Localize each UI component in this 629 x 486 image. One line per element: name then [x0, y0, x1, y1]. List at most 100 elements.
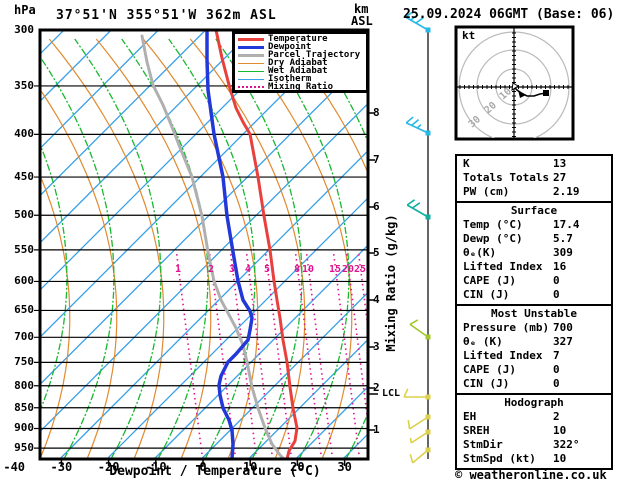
index-value: 327: [553, 335, 573, 348]
pressure-tick-label: 500: [14, 208, 34, 222]
index-value: 322°: [553, 438, 580, 451]
index-label: θₑ (K): [463, 335, 503, 348]
km-tick-label: 1: [373, 423, 380, 436]
index-label: CAPE (J): [463, 363, 516, 376]
index-value: 309: [553, 246, 573, 259]
index-label: SREH: [463, 424, 490, 437]
pressure-tick-label: 400: [14, 127, 34, 141]
pressure-tick-label: 900: [14, 421, 34, 435]
temp-tick-label: -40: [3, 460, 26, 474]
pressure-tick-label: 950: [14, 441, 34, 455]
indices-section: Hodograph EH 2 SREH 10 StmDir 322° StmSpd (kt) 1…: [455, 393, 613, 470]
indices-section: K 13 Totals Totals 27 PW (cm) 2.19: [455, 154, 613, 203]
index-value: 10: [553, 424, 567, 437]
index-row: Dewp (°C) 5.7: [457, 232, 611, 246]
pressure-tick-label: 550: [14, 242, 34, 256]
wind-barb: [406, 199, 431, 220]
mixing-ratio-label: 5: [263, 264, 271, 275]
pressure-tick-label: 800: [14, 378, 34, 392]
km-tick-label: 2: [373, 381, 380, 394]
asl-axis-unit: ASL: [351, 14, 373, 28]
index-row: SREH 10: [457, 424, 611, 438]
index-value: 700: [553, 321, 573, 334]
index-row: Totals Totals 27: [457, 171, 611, 185]
pressure-tick-label: 750: [14, 355, 34, 369]
pressure-axis-unit: hPa: [14, 3, 36, 17]
index-value: 17.4: [553, 218, 580, 231]
pressure-tick-label: 850: [14, 400, 34, 414]
index-label: StmDir: [463, 438, 503, 451]
pressure-tick-label: 300: [14, 23, 34, 36]
wet-adiabat-line: [74, 38, 162, 459]
index-value: 5.7: [553, 232, 573, 245]
parcel-trajectory-curve: [140, 34, 286, 459]
index-label: Dewp (°C): [463, 232, 523, 245]
skewt-sounding-app: 10 20 30 hPa km ASL 37°51'N 355°51'W 362m …: [0, 0, 629, 486]
lcl-label: LCL: [382, 388, 401, 399]
section-header: Most Unstable: [490, 307, 578, 320]
pressure-tick-label: 450: [14, 170, 34, 184]
index-label: Lifted Index: [463, 260, 543, 273]
index-row: Lifted Index 16: [457, 260, 611, 274]
legend-swatch: [238, 70, 264, 72]
index-value: 16: [553, 260, 567, 273]
mixing-ratio-label: 15: [328, 264, 342, 275]
index-label: K: [463, 157, 470, 170]
mixing-ratio-label: 10: [301, 264, 315, 275]
index-value: 0: [553, 363, 560, 376]
footer-credit: © weatheronline.co.uk: [455, 468, 607, 482]
index-value: 0: [553, 274, 560, 287]
km-tick-label: 8: [373, 106, 380, 119]
index-label: Temp (°C): [463, 218, 523, 231]
section-header: Hodograph: [504, 396, 564, 409]
temperature-curve: [214, 30, 299, 459]
index-row: Lifted Index 7: [457, 349, 611, 363]
index-row: Pressure (mb) 700: [457, 321, 611, 335]
index-row: CIN (J) 0: [457, 377, 611, 391]
index-value: 0: [553, 288, 560, 301]
km-tick-label: 4: [373, 293, 380, 306]
page-title: 37°51'N 355°51'W 362m ASL: [56, 8, 277, 23]
index-label: CAPE (J): [463, 274, 516, 287]
legend-swatch: [238, 62, 264, 64]
index-value: 13: [553, 157, 567, 170]
index-row: CAPE (J) 0: [457, 274, 611, 288]
legend-swatch: [238, 53, 264, 57]
index-row: θₑ (K) 327: [457, 335, 611, 349]
mixing-ratio-label: 1: [174, 264, 182, 275]
hodograph-end-marker: [543, 90, 549, 96]
index-row: CIN (J) 0: [457, 288, 611, 302]
index-value: 27: [553, 171, 567, 184]
indices-section: Surface Temp (°C) 17.4 Dewp (°C) 5.7 θₑ(K) 309…: [455, 201, 613, 306]
index-row: Temp (°C) 17.4: [457, 218, 611, 232]
section-header: Surface: [510, 204, 558, 217]
km-tick-label: 6: [373, 200, 380, 213]
index-label: PW (cm): [463, 185, 510, 198]
mixing-ratio-label: 2: [207, 264, 215, 275]
index-label: CIN (J): [463, 288, 510, 301]
index-label: θₑ(K): [463, 246, 497, 259]
hodograph: 102030: [454, 25, 575, 141]
legend-swatch: [238, 86, 264, 88]
index-value: 10: [553, 452, 567, 465]
wind-barb: [407, 414, 431, 430]
pressure-tick-label: 650: [14, 303, 34, 317]
index-value: 2.19: [553, 185, 580, 198]
mixing-ratio-label: 8: [293, 264, 301, 275]
isotherm-line: [40, 30, 348, 339]
pressure-tick-label: 700: [14, 330, 34, 344]
index-label: Lifted Index: [463, 349, 543, 362]
index-label: EH: [463, 410, 477, 423]
indices-tables: K 13 Totals Totals 27 PW (cm) 2.19 Surface Temp…: [455, 154, 613, 470]
isotherm-line: [40, 55, 368, 386]
index-row: EH 2: [457, 410, 611, 424]
index-label: CIN (J): [463, 377, 510, 390]
index-value: 0: [553, 377, 560, 390]
hodograph-unit-label: kt: [462, 29, 476, 42]
wet-adiabat-line: [121, 38, 209, 459]
index-row: K 13: [457, 157, 611, 171]
pressure-tick-label: 600: [14, 274, 34, 288]
index-row: PW (cm) 2.19: [457, 185, 611, 199]
index-label: Totals Totals: [463, 171, 550, 184]
dry-adiabat-line: [613, 39, 629, 459]
